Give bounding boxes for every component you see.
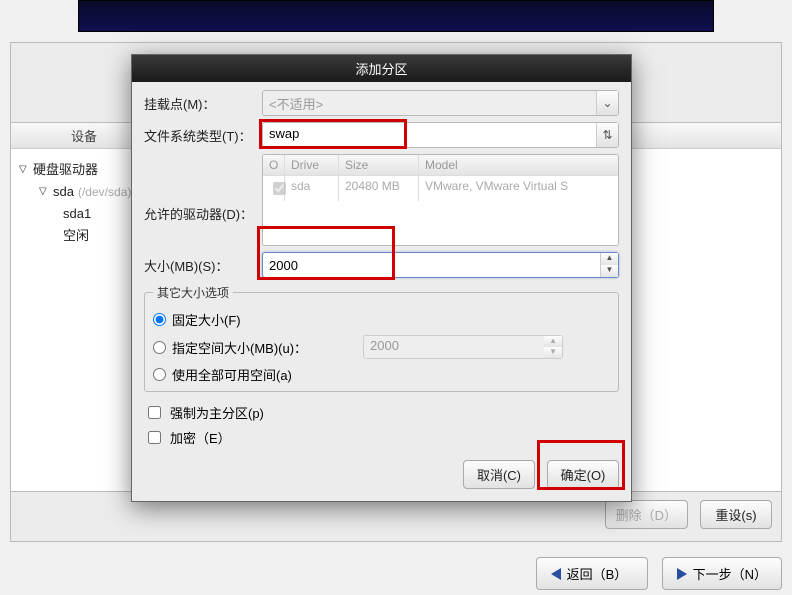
chk-encrypt-box[interactable]: [148, 431, 161, 444]
size-input[interactable]: ▲ ▼: [262, 252, 619, 278]
fstype-label: 文件系统类型(T)：: [144, 126, 262, 145]
chk-primary-label: 强制为主分区(p): [170, 403, 264, 422]
next-button[interactable]: 下一步（N）: [662, 557, 782, 590]
opt-all-label: 使用全部可用空间(a): [172, 365, 292, 384]
chevron-down-icon: ▽: [39, 181, 49, 203]
opt-upto-spin: 2000 ▲▼: [363, 335, 563, 359]
toolbar-buttons: 删除（D） 重设(s): [605, 500, 772, 529]
col-model: Model: [419, 155, 618, 175]
updown-icon[interactable]: ⇅: [596, 123, 618, 147]
opt-fixed[interactable]: 固定大小(F): [153, 307, 610, 332]
size-options-legend: 其它大小选项: [153, 284, 233, 301]
tree-part-label: sda1: [63, 203, 91, 225]
arrow-left-icon: [551, 568, 561, 580]
col-drive: Drive: [285, 155, 339, 175]
dialog-titlebar[interactable]: 添加分区: [132, 55, 631, 82]
reset-label: 重设(s): [715, 508, 756, 523]
opt-all-radio[interactable]: [153, 368, 166, 381]
opt-upto-label: 指定空间大小(MB)(u)：: [172, 338, 307, 357]
chk-primary-box[interactable]: [148, 406, 161, 419]
spin-up-icon: ▲: [544, 336, 562, 347]
delete-button: 删除（D）: [605, 500, 688, 529]
next-label: 下一步（N）: [693, 564, 767, 583]
drive-model: VMware, VMware Virtual S: [419, 176, 618, 201]
size-field[interactable]: [263, 253, 600, 277]
tree-disk-path: (/dev/sda): [78, 181, 131, 203]
chk-primary[interactable]: 强制为主分区(p): [144, 400, 619, 425]
size-options-group: 其它大小选项 固定大小(F) 指定空间大小(MB)(u)： 2000 ▲▼ 使用…: [144, 284, 619, 392]
back-label: 返回（B）: [567, 564, 628, 583]
tree-disk-label: sda: [53, 181, 74, 203]
table-row[interactable]: sda 20480 MB VMware, VMware Virtual S: [263, 176, 618, 201]
spin-down-icon[interactable]: ▼: [601, 265, 618, 277]
delete-label: 删除（D）: [616, 508, 677, 523]
mount-value: <不适用>: [263, 91, 596, 115]
drive-size: 20480 MB: [339, 176, 419, 201]
spin-up-icon[interactable]: ▲: [601, 253, 618, 265]
drive-name: sda: [285, 176, 339, 201]
banner: [78, 0, 714, 32]
back-button[interactable]: 返回（B）: [536, 557, 648, 590]
fstype-combo[interactable]: swap ⇅: [262, 122, 619, 148]
drives-label: 允许的驱动器(D)：: [144, 154, 262, 223]
tree-free-label: 空闲: [63, 225, 89, 247]
chevron-down-icon: ⌄: [596, 91, 618, 115]
fstype-value: swap: [263, 123, 596, 147]
nav-buttons: 返回（B） 下一步（N）: [536, 557, 782, 590]
chevron-down-icon: ▽: [19, 159, 29, 181]
col-size: Size: [339, 155, 419, 175]
col-check: O: [263, 155, 285, 175]
drives-table[interactable]: O Drive Size Model sda 20480 MB VMware, …: [262, 154, 619, 246]
opt-fixed-radio[interactable]: [153, 313, 166, 326]
reset-button[interactable]: 重设(s): [700, 500, 772, 529]
chk-encrypt-label: 加密（E）: [170, 428, 231, 447]
opt-upto[interactable]: 指定空间大小(MB)(u)： 2000 ▲▼: [153, 332, 610, 362]
arrow-right-icon: [677, 568, 687, 580]
chk-encrypt[interactable]: 加密（E）: [144, 425, 619, 450]
device-header-label: 设备: [71, 126, 97, 145]
cancel-button[interactable]: 取消(C): [463, 460, 535, 489]
opt-fixed-label: 固定大小(F): [172, 310, 241, 329]
drives-header: O Drive Size Model: [263, 155, 618, 176]
mount-combo: <不适用> ⌄: [262, 90, 619, 116]
mount-label: 挂载点(M)：: [144, 94, 262, 113]
opt-upto-value: 2000: [364, 336, 544, 358]
dialog-title: 添加分区: [355, 62, 407, 77]
ok-label: 确定(O): [561, 468, 606, 483]
opt-all[interactable]: 使用全部可用空间(a): [153, 362, 610, 387]
add-partition-dialog: 添加分区 挂载点(M)： <不适用> ⌄ 文件系统类型(T)： swap ⇅ 允…: [131, 54, 632, 502]
tree-root-label: 硬盘驱动器: [33, 159, 98, 181]
opt-upto-radio[interactable]: [153, 341, 166, 354]
spin-down-icon: ▼: [544, 347, 562, 358]
cancel-label: 取消(C): [477, 468, 521, 483]
size-label: 大小(MB)(S)：: [144, 256, 262, 275]
ok-button[interactable]: 确定(O): [547, 460, 619, 489]
